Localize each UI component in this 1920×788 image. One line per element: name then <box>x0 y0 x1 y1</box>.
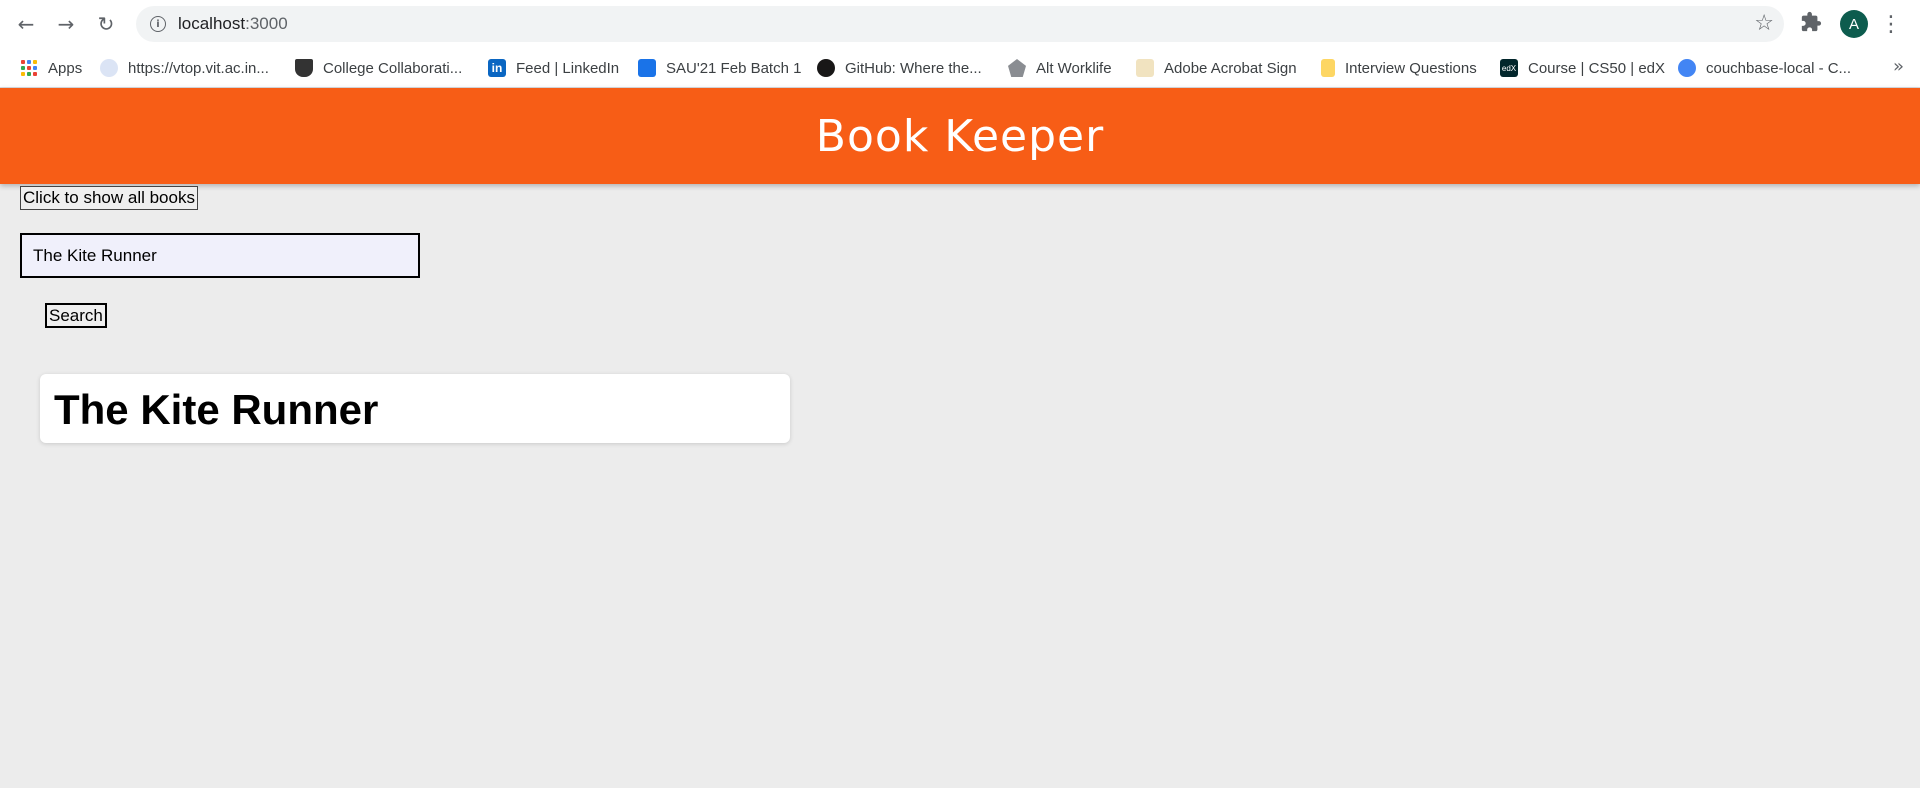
book-title: The Kite Runner <box>54 386 379 433</box>
bookmark-adobe-sign[interactable]: Adobe Acrobat Sign <box>1136 58 1297 78</box>
book-result-card: The Kite Runner <box>40 374 790 443</box>
browser-toolbar: ← → ↻ i localhost:3000 ☆ A ⋮ <box>0 0 1920 48</box>
reload-icon[interactable]: ↻ <box>92 10 120 38</box>
bookmark-linkedin[interactable]: in Feed | LinkedIn <box>488 58 619 78</box>
bookmark-altworklife[interactable]: Alt Worklife <box>1008 58 1112 78</box>
bookmark-apps[interactable]: Apps <box>20 58 82 78</box>
show-all-books-button[interactable]: Click to show all books <box>20 186 198 210</box>
search-button[interactable]: Search <box>45 303 107 328</box>
browser-menu-icon[interactable]: ⋮ <box>1880 10 1902 38</box>
bookmark-vtop[interactable]: https://vtop.vit.ac.in... <box>100 58 269 78</box>
note-icon <box>1321 59 1335 77</box>
bookmark-github[interactable]: GitHub: Where the... <box>817 58 982 78</box>
bookmarks-overflow-icon[interactable]: » <box>1893 56 1904 77</box>
bookmark-star-icon[interactable]: ☆ <box>1754 11 1774 36</box>
graduation-cap-icon <box>295 59 313 77</box>
profile-avatar[interactable]: A <box>1840 10 1868 38</box>
contact-card-icon <box>638 59 656 77</box>
app-header: Book Keeper <box>0 88 1920 184</box>
apps-grid-icon <box>20 59 38 77</box>
extensions-puzzle-icon[interactable] <box>1800 11 1824 35</box>
couchbase-icon <box>1678 59 1696 77</box>
vit-logo-icon <box>100 59 118 77</box>
edx-icon: edX <box>1500 59 1518 77</box>
bookmark-interview[interactable]: Interview Questions <box>1321 58 1477 78</box>
forward-arrow-icon[interactable]: → <box>52 10 80 38</box>
github-icon <box>817 59 835 77</box>
bookmarks-bar: Apps https://vtop.vit.ac.in... College C… <box>0 48 1920 88</box>
bookmark-sau[interactable]: SAU'21 Feb Batch 1 <box>638 58 801 78</box>
linkedin-icon: in <box>488 59 506 77</box>
pentagon-icon <box>1008 59 1026 77</box>
info-icon[interactable]: i <box>150 16 166 32</box>
bookmark-couchbase[interactable]: couchbase-local - C... <box>1678 58 1851 78</box>
bookmark-college[interactable]: College Collaborati... <box>295 58 462 78</box>
url-text[interactable]: localhost:3000 <box>178 14 288 34</box>
search-input[interactable] <box>20 233 420 278</box>
bookmark-cs50[interactable]: edX Course | CS50 | edX <box>1500 58 1665 78</box>
signature-icon <box>1136 59 1154 77</box>
app-title: Book Keeper <box>815 110 1105 162</box>
address-bar[interactable]: i localhost:3000 ☆ <box>136 6 1784 42</box>
back-arrow-icon[interactable]: ← <box>12 10 40 38</box>
